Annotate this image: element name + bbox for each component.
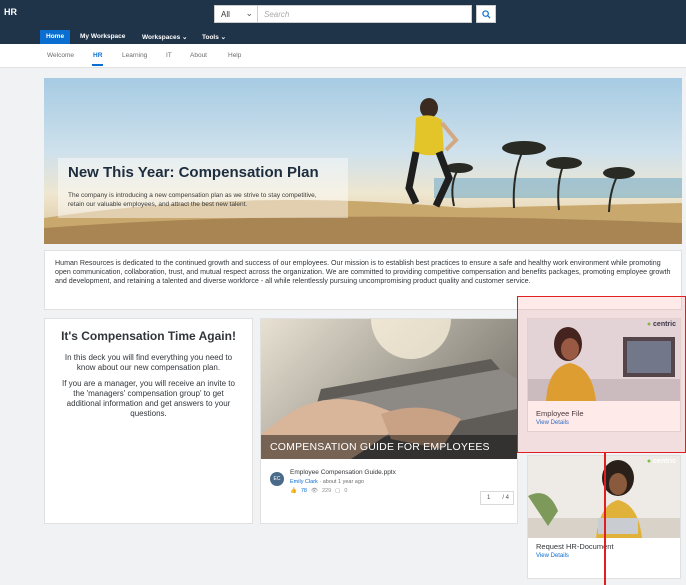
employee-file-image: ● centric [528, 319, 680, 401]
subnav-about[interactable]: About [190, 52, 207, 59]
compensation-card-text-1: In this deck you will find everything yo… [64, 353, 233, 372]
annotation-line [604, 452, 606, 585]
request-document-label: Request HR-Document [536, 542, 614, 551]
main-navigation: Home My Workspace Workspaces ⌄ Tools ⌄ [0, 30, 686, 44]
subnav-welcome[interactable]: Welcome [47, 52, 74, 59]
guide-stats: 👍 78 👁 229 ▢ 0 [290, 488, 347, 494]
employee-file-label: Employee File [536, 409, 584, 418]
search-area: All ⌄ [214, 5, 496, 25]
eye-icon: 👁 [310, 488, 318, 494]
search-button[interactable] [476, 5, 496, 23]
guide-author-line: Emily Clark · about 1 year ago [290, 479, 364, 485]
compensation-card-title: It's Compensation Time Again! [61, 329, 236, 343]
guide-banner-title: COMPENSATION GUIDE FOR EMPLOYEES [261, 435, 517, 459]
brand-name: centric [653, 458, 676, 465]
subnav-hr[interactable]: HR [91, 52, 104, 66]
search-input[interactable] [258, 5, 472, 23]
hero-title: New This Year: Compensation Plan [68, 164, 319, 181]
app-title: HR [4, 7, 17, 17]
nav-item-tools[interactable]: Tools ⌄ [202, 30, 226, 44]
avatar: EC [270, 472, 284, 486]
guide-file-name[interactable]: Employee Compensation Guide.pptx [290, 469, 396, 476]
guide-preview-image[interactable]: COMPENSATION GUIDE FOR EMPLOYEES [261, 319, 517, 459]
shell-bar: HR All ⌄ [0, 0, 686, 30]
search-scope-label: All [221, 10, 230, 19]
subnav-help[interactable]: Help [228, 52, 241, 59]
hero-subtitle: The company is introducing a new compens… [68, 192, 317, 208]
subnav-it[interactable]: IT [166, 52, 172, 59]
nav-item-home[interactable]: Home [40, 30, 71, 44]
brand-logo: ● centric [646, 321, 676, 328]
hero-banner: New This Year: Compensation Plan The com… [44, 78, 682, 244]
nav-item-workspaces[interactable]: Workspaces ⌄ [142, 30, 187, 44]
like-icon[interactable]: 👍 [290, 488, 297, 494]
brand-name: centric [653, 321, 676, 328]
compensation-card: It's Compensation Time Again! In this de… [44, 318, 253, 524]
mission-statement: Human Resources is dedicated to the cont… [44, 250, 682, 310]
page-total: / 4 [502, 495, 509, 501]
nav-item-my-workspace[interactable]: My Workspace [80, 30, 125, 44]
search-icon [481, 9, 491, 19]
page-indicator: 1 / 4 [480, 491, 514, 505]
employee-file-tile[interactable]: ● centric Employee File View Details [527, 318, 681, 432]
guide-time: · about 1 year ago [317, 479, 364, 485]
compensation-card-text-2: If you are a manager, you will receive a… [62, 379, 235, 418]
subnav-learning[interactable]: Learning [122, 52, 147, 59]
guide-author-link[interactable]: Emily Clark [290, 479, 318, 485]
woman-at-desk-illustration [528, 319, 680, 401]
like-count: 78 [300, 488, 307, 494]
chevron-down-icon: ⌄ [245, 8, 253, 18]
comment-icon[interactable]: ▢ [335, 488, 340, 494]
request-document-view-details-link[interactable]: View Details [536, 553, 569, 559]
view-count: 229 [321, 488, 332, 494]
search-scope-select[interactable]: All ⌄ [214, 5, 258, 23]
brand-logo: ● centric [646, 458, 676, 465]
site-subnavigation: Welcome HR Learning IT About Help [0, 44, 686, 68]
page-current: 1 [487, 495, 491, 501]
employee-file-view-details-link[interactable]: View Details [536, 420, 569, 426]
comment-count: 0 [344, 488, 348, 494]
